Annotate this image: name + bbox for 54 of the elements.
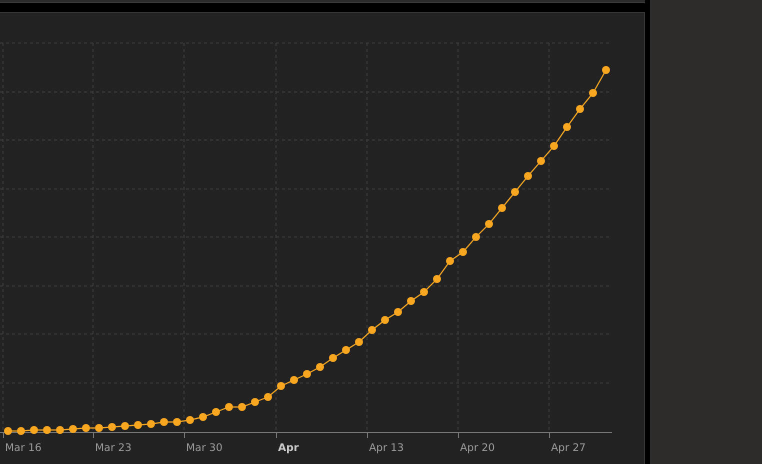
data-point [316,363,324,371]
data-point [459,248,467,256]
data-point [381,316,389,324]
data-point [82,424,90,432]
data-point [30,426,38,434]
data-point [433,275,441,283]
data-point [368,326,376,334]
data-point [485,220,493,228]
data-point [212,408,220,416]
data-point [446,257,454,265]
data-point [602,66,610,74]
data-point [251,398,259,406]
data-point [472,233,480,241]
data-point [69,425,77,433]
axis-label: Apr 13 [369,442,404,454]
data-point [277,382,285,390]
data-point [329,354,337,362]
axis-label: Mar 23 [95,442,132,454]
data-point [303,370,311,378]
data-point [199,413,207,421]
data-point [56,426,64,434]
data-point [576,105,584,113]
data-point [186,416,194,424]
data-point [121,422,129,430]
data-point [550,142,558,150]
data-point [342,346,350,354]
data-point [420,288,428,296]
axis-label: Apr 20 [460,442,495,454]
data-point [511,188,519,196]
data-point [498,204,506,212]
data-point [4,427,12,435]
data-point [108,423,116,431]
axis-label: Mar 30 [186,442,223,454]
data-point [407,297,415,305]
data-point [173,418,181,426]
data-point [43,426,51,434]
data-point [355,338,363,346]
data-point [134,421,142,429]
axis-label: Mar 16 [5,442,42,454]
data-point [563,123,571,131]
data-point [290,376,298,384]
data-point [589,89,597,97]
data-point [147,420,155,428]
data-point [17,427,25,435]
data-point [225,403,233,411]
data-point [238,403,246,411]
data-point [160,418,168,426]
data-point [394,308,402,316]
data-point [264,393,272,401]
data-point [524,172,532,180]
data-point [95,424,103,432]
axis-label: Apr 27 [551,442,586,454]
data-point [537,157,545,165]
axis-label: Apr [278,442,299,454]
